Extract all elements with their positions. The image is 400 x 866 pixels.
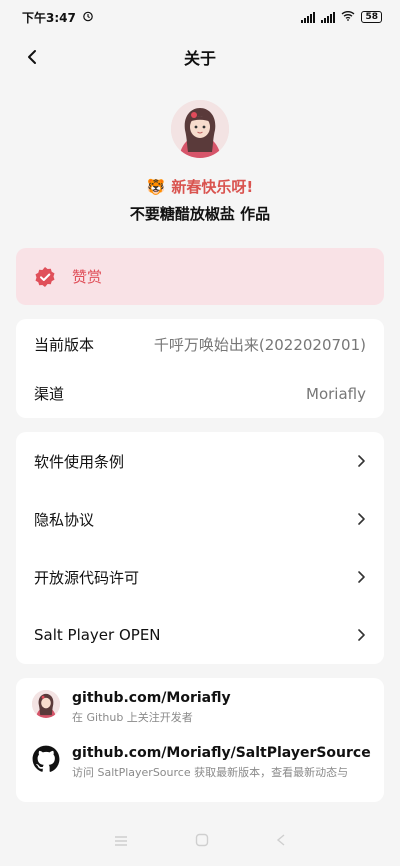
app-header: 关于	[0, 34, 400, 80]
github-icon	[32, 745, 60, 772]
chevron-right-icon	[358, 571, 365, 583]
back-nav-icon[interactable]	[276, 832, 286, 851]
menu-nav-icon[interactable]	[114, 832, 128, 851]
tiger-emoji-icon: 🐯	[146, 177, 166, 196]
battery-icon: 58	[361, 11, 382, 23]
version-row: 当前版本 千呼万唤始出来(2022020701)	[16, 319, 384, 369]
version-value: 千呼万唤始出来(2022020701)	[153, 335, 366, 354]
menu-item-salt-player-open[interactable]: Salt Player OPEN	[16, 606, 384, 664]
chevron-right-icon	[358, 629, 365, 641]
cell-signal-2-icon	[321, 11, 336, 23]
home-nav-icon[interactable]	[195, 832, 209, 851]
page-title: 关于	[183, 49, 216, 68]
status-time: 下午3:47	[22, 10, 76, 25]
about-menu-card: 软件使用条例 隐私协议 开放源代码许可 Salt Player OPEN	[16, 432, 384, 664]
author-name: 不要糖醋放椒盐 作品	[129, 205, 271, 223]
verified-badge-icon	[35, 266, 55, 287]
menu-item-label: 软件使用条例	[34, 452, 125, 471]
link-title: github.com/Moriafly/SaltPlayerSource	[72, 745, 371, 761]
greeting-text: 🐯 新春快乐呀!	[147, 176, 254, 197]
developer-avatar-small	[32, 690, 60, 718]
menu-item-label: 隐私协议	[34, 510, 95, 529]
channel-value: Moriafly	[306, 384, 366, 403]
menu-item-label: 开放源代码许可	[34, 568, 140, 587]
chevron-right-icon	[358, 513, 365, 525]
link-developer-github[interactable]: github.com/Moriafly 在 Github 上关注开发者	[16, 678, 384, 737]
cell-signal-icon	[301, 11, 316, 23]
links-card: github.com/Moriafly 在 Github 上关注开发者 gith…	[16, 678, 384, 802]
donate-label: 赞赏	[72, 268, 103, 286]
status-bar: 下午3:47 58	[0, 0, 400, 34]
link-description: 在 Github 上关注开发者	[72, 711, 193, 724]
back-button[interactable]	[18, 43, 46, 71]
link-salt-player-source[interactable]: github.com/Moriafly/SaltPlayerSource 访问 …	[16, 737, 384, 792]
link-title: github.com/Moriafly	[72, 690, 231, 706]
app-info-card: 当前版本 千呼万唤始出来(2022020701) 渠道 Moriafly	[16, 319, 384, 418]
link-description: 访问 SaltPlayerSource 获取最新版本，查看最新动态与	[72, 766, 349, 779]
donate-button[interactable]: 赞赏	[16, 248, 384, 305]
alarm-icon	[82, 10, 94, 25]
chevron-right-icon	[358, 455, 365, 467]
chevron-left-icon	[28, 50, 36, 64]
greeting-label: 新春快乐呀!	[171, 178, 254, 196]
menu-item-open-source-licenses[interactable]: 开放源代码许可	[16, 548, 384, 606]
menu-item-terms-of-use[interactable]: 软件使用条例	[16, 432, 384, 490]
channel-row: 渠道 Moriafly	[16, 369, 384, 418]
version-label: 当前版本	[34, 335, 95, 354]
developer-profile: 🐯 新春快乐呀! 不要糖醋放椒盐 作品	[0, 100, 400, 224]
menu-item-privacy-policy[interactable]: 隐私协议	[16, 490, 384, 548]
channel-label: 渠道	[34, 385, 65, 403]
system-navigation-bar	[0, 816, 400, 866]
wifi-icon	[341, 10, 355, 24]
menu-item-label: Salt Player OPEN	[34, 626, 161, 644]
developer-avatar	[171, 100, 229, 158]
